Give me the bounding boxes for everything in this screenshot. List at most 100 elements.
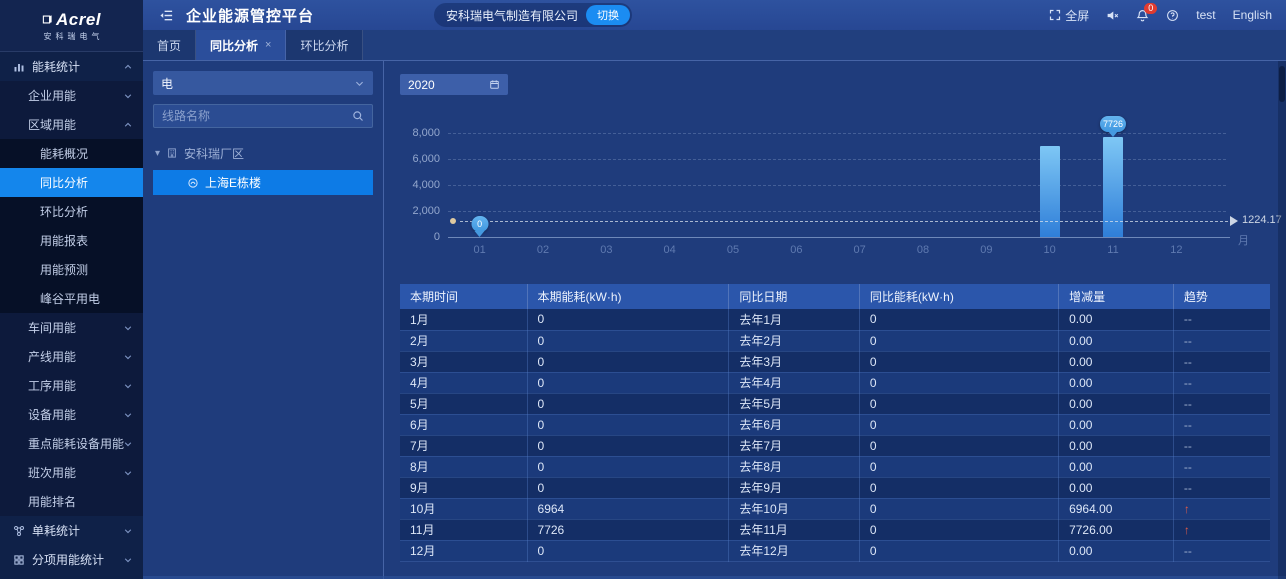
sidebar-item-14[interactable]: 班次用能 bbox=[0, 458, 143, 487]
tree-root-node[interactable]: ▾ 安科瑞厂区 bbox=[153, 140, 373, 166]
table-row[interactable]: 5月0去年5月00.00-- bbox=[400, 393, 1270, 414]
switch-company-button[interactable]: 切换 bbox=[586, 5, 630, 25]
year-picker[interactable]: 2020 bbox=[400, 74, 508, 95]
sidebar-item-label: 工序用能 bbox=[28, 377, 76, 394]
tab-0[interactable]: 首页 bbox=[143, 30, 196, 60]
menu-fold-icon[interactable] bbox=[159, 8, 174, 23]
chevron-down-icon bbox=[123, 439, 133, 449]
tree-node-selected[interactable]: 上海E栋楼 bbox=[153, 170, 373, 195]
table-cell: 0.00 bbox=[1059, 309, 1174, 330]
table-row[interactable]: 3月0去年3月00.00-- bbox=[400, 351, 1270, 372]
sidebar-item-2[interactable]: 区域用能 bbox=[0, 110, 143, 139]
help-button[interactable] bbox=[1166, 9, 1179, 22]
table-row[interactable]: 8月0去年8月00.00-- bbox=[400, 456, 1270, 477]
sidebar-item-9[interactable]: 车间用能 bbox=[0, 313, 143, 342]
chevron-up-icon bbox=[123, 120, 133, 130]
energy-type-value: 电 bbox=[161, 75, 173, 92]
table-cell: 6964.00 bbox=[1059, 498, 1174, 519]
trend-cell: -- bbox=[1173, 477, 1270, 498]
tab-close-icon[interactable]: × bbox=[265, 39, 271, 51]
fullscreen-button[interactable]: 全屏 bbox=[1049, 7, 1089, 24]
table-row[interactable]: 1月0去年1月00.00-- bbox=[400, 309, 1270, 330]
sidebar-item-8[interactable]: 峰谷平用电 bbox=[0, 284, 143, 313]
sidebar-item-6[interactable]: 用能报表 bbox=[0, 226, 143, 255]
table-cell: 6月 bbox=[400, 414, 527, 435]
vertical-scrollbar[interactable] bbox=[1278, 61, 1286, 579]
table-cell: 0 bbox=[527, 372, 729, 393]
sidebar-item-7[interactable]: 用能预测 bbox=[0, 255, 143, 284]
table-row[interactable]: 10月6964去年10月06964.00↑ bbox=[400, 498, 1270, 519]
table-cell: 5月 bbox=[400, 393, 527, 414]
data-marker-pin: 7726 bbox=[1100, 116, 1126, 137]
table-cell: 7726 bbox=[527, 519, 729, 540]
sidebar-item-16[interactable]: 单耗统计 bbox=[0, 516, 143, 545]
table-row[interactable]: 2月0去年2月00.00-- bbox=[400, 330, 1270, 351]
sidebar-item-0[interactable]: 能耗统计 bbox=[0, 52, 143, 81]
tab-1[interactable]: 同比分析× bbox=[196, 30, 286, 60]
table-cell: 3月 bbox=[400, 351, 527, 372]
column-header: 同比能耗(kW·h) bbox=[859, 284, 1058, 309]
main-column: 企业能源管控平台 安科瑞电气制造有限公司 切换 全屏 0 bbox=[143, 0, 1286, 579]
page-title: 企业能源管控平台 bbox=[186, 5, 314, 26]
table-cell: 0 bbox=[859, 498, 1058, 519]
table-row[interactable]: 11月7726去年11月07726.00↑ bbox=[400, 519, 1270, 540]
sidebar-item-1[interactable]: 企业用能 bbox=[0, 81, 143, 110]
table-cell: 0 bbox=[859, 456, 1058, 477]
sidebar-item-3[interactable]: 能耗概况 bbox=[0, 139, 143, 168]
username[interactable]: test bbox=[1196, 8, 1215, 22]
tab-2[interactable]: 环比分析 bbox=[286, 30, 363, 60]
sidebar-item-label: 班次用能 bbox=[28, 464, 76, 481]
chevron-down-icon bbox=[123, 468, 133, 478]
table-cell: 8月 bbox=[400, 456, 527, 477]
mute-button[interactable] bbox=[1106, 9, 1119, 22]
search-icon[interactable] bbox=[352, 110, 364, 122]
x-axis-line bbox=[448, 237, 1230, 238]
table-row[interactable]: 4月0去年4月00.00-- bbox=[400, 372, 1270, 393]
notifications-button[interactable]: 0 bbox=[1136, 9, 1149, 22]
sidebar-item-4[interactable]: 同比分析 bbox=[0, 168, 143, 197]
table-row[interactable]: 6月0去年6月00.00-- bbox=[400, 414, 1270, 435]
table-cell: 0 bbox=[859, 393, 1058, 414]
y-axis-tick-label: 2,000 bbox=[400, 205, 440, 217]
trend-flat: -- bbox=[1184, 334, 1192, 348]
chevron-down-icon bbox=[123, 91, 133, 101]
main-panel: 2020 02,0004,0006,0008,00001020304050607… bbox=[384, 61, 1286, 579]
company-selector[interactable]: 安科瑞电气制造有限公司 切换 bbox=[434, 3, 632, 27]
table-row[interactable]: 9月0去年9月00.00-- bbox=[400, 477, 1270, 498]
marker-pointer bbox=[1108, 131, 1118, 137]
sidebar-item-label: 设备用能 bbox=[28, 406, 76, 423]
x-axis-unit-label: 月 bbox=[1238, 232, 1249, 248]
table-cell: 0 bbox=[859, 372, 1058, 393]
nodes-icon bbox=[13, 525, 25, 537]
table-cell: 0.00 bbox=[1059, 456, 1174, 477]
table-row[interactable]: 12月0去年12月00.00-- bbox=[400, 540, 1270, 561]
trend-up-icon: ↑ bbox=[1184, 502, 1190, 516]
table-cell: 0.00 bbox=[1059, 351, 1174, 372]
sidebar-item-13[interactable]: 重点能耗设备用能 bbox=[0, 429, 143, 458]
table-row[interactable]: 7月0去年7月00.00-- bbox=[400, 435, 1270, 456]
header-actions: 全屏 0 test English bbox=[1049, 7, 1272, 24]
tree-root-label: 安科瑞厂区 bbox=[184, 145, 244, 162]
line-search-input[interactable] bbox=[162, 109, 352, 123]
sidebar-item-label: 峰谷平用电 bbox=[40, 290, 100, 307]
sidebar-item-12[interactable]: 设备用能 bbox=[0, 400, 143, 429]
language-switch[interactable]: English bbox=[1233, 8, 1272, 22]
tab-label: 环比分析 bbox=[300, 37, 348, 54]
sidebar-item-15[interactable]: 用能排名 bbox=[0, 487, 143, 516]
table-cell: 0 bbox=[527, 330, 729, 351]
sidebar-item-label: 单耗统计 bbox=[32, 522, 80, 539]
table-cell: 0 bbox=[527, 540, 729, 561]
sidebar-item-10[interactable]: 产线用能 bbox=[0, 342, 143, 371]
yoy-bar-chart: 02,0004,0006,0008,0000102030405060708091… bbox=[400, 105, 1270, 263]
sidebar-item-17[interactable]: 分项用能统计 bbox=[0, 545, 143, 574]
column-header: 本期时间 bbox=[400, 284, 527, 309]
table-cell: 去年9月 bbox=[729, 477, 860, 498]
scrollbar-thumb[interactable] bbox=[1279, 66, 1285, 102]
caret-down-icon[interactable]: ▾ bbox=[155, 148, 160, 159]
energy-type-select[interactable]: 电 bbox=[153, 71, 373, 95]
table-cell: 11月 bbox=[400, 519, 527, 540]
grid-icon bbox=[13, 554, 25, 566]
x-axis-tick-label: 12 bbox=[1170, 244, 1182, 256]
sidebar-item-5[interactable]: 环比分析 bbox=[0, 197, 143, 226]
sidebar-item-11[interactable]: 工序用能 bbox=[0, 371, 143, 400]
